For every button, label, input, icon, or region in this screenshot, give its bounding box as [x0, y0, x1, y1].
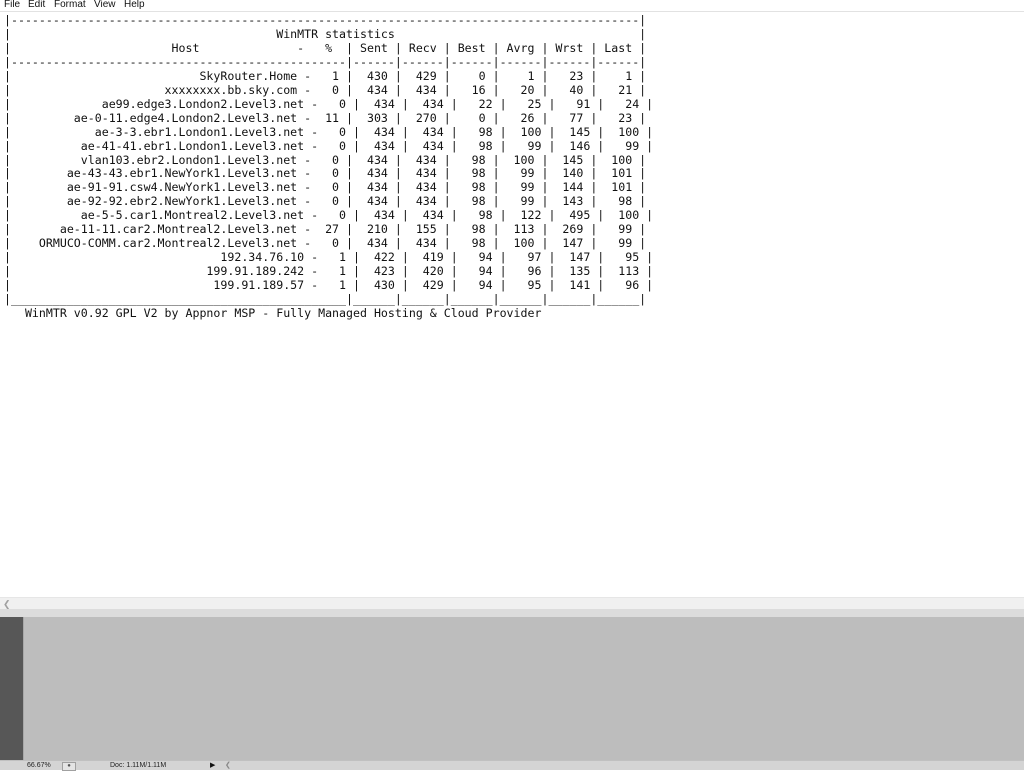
panel-divider-line: [23, 617, 24, 760]
tools-panel: [0, 617, 23, 760]
menu-view[interactable]: View: [94, 0, 116, 10]
menu-format[interactable]: Format: [54, 0, 86, 10]
menu-bar: File Edit Format View Help: [0, 0, 1024, 12]
menu-file[interactable]: File: [4, 0, 20, 10]
zoom-menu-icon[interactable]: ●: [62, 762, 76, 771]
panel-divider: [0, 609, 1024, 617]
menu-help[interactable]: Help: [124, 0, 145, 10]
text-editor-area[interactable]: |---------------------------------------…: [0, 12, 1024, 597]
menu-edit[interactable]: Edit: [28, 0, 45, 10]
canvas-background: [0, 617, 1024, 760]
winmtr-statistics-text: |---------------------------------------…: [4, 13, 654, 321]
